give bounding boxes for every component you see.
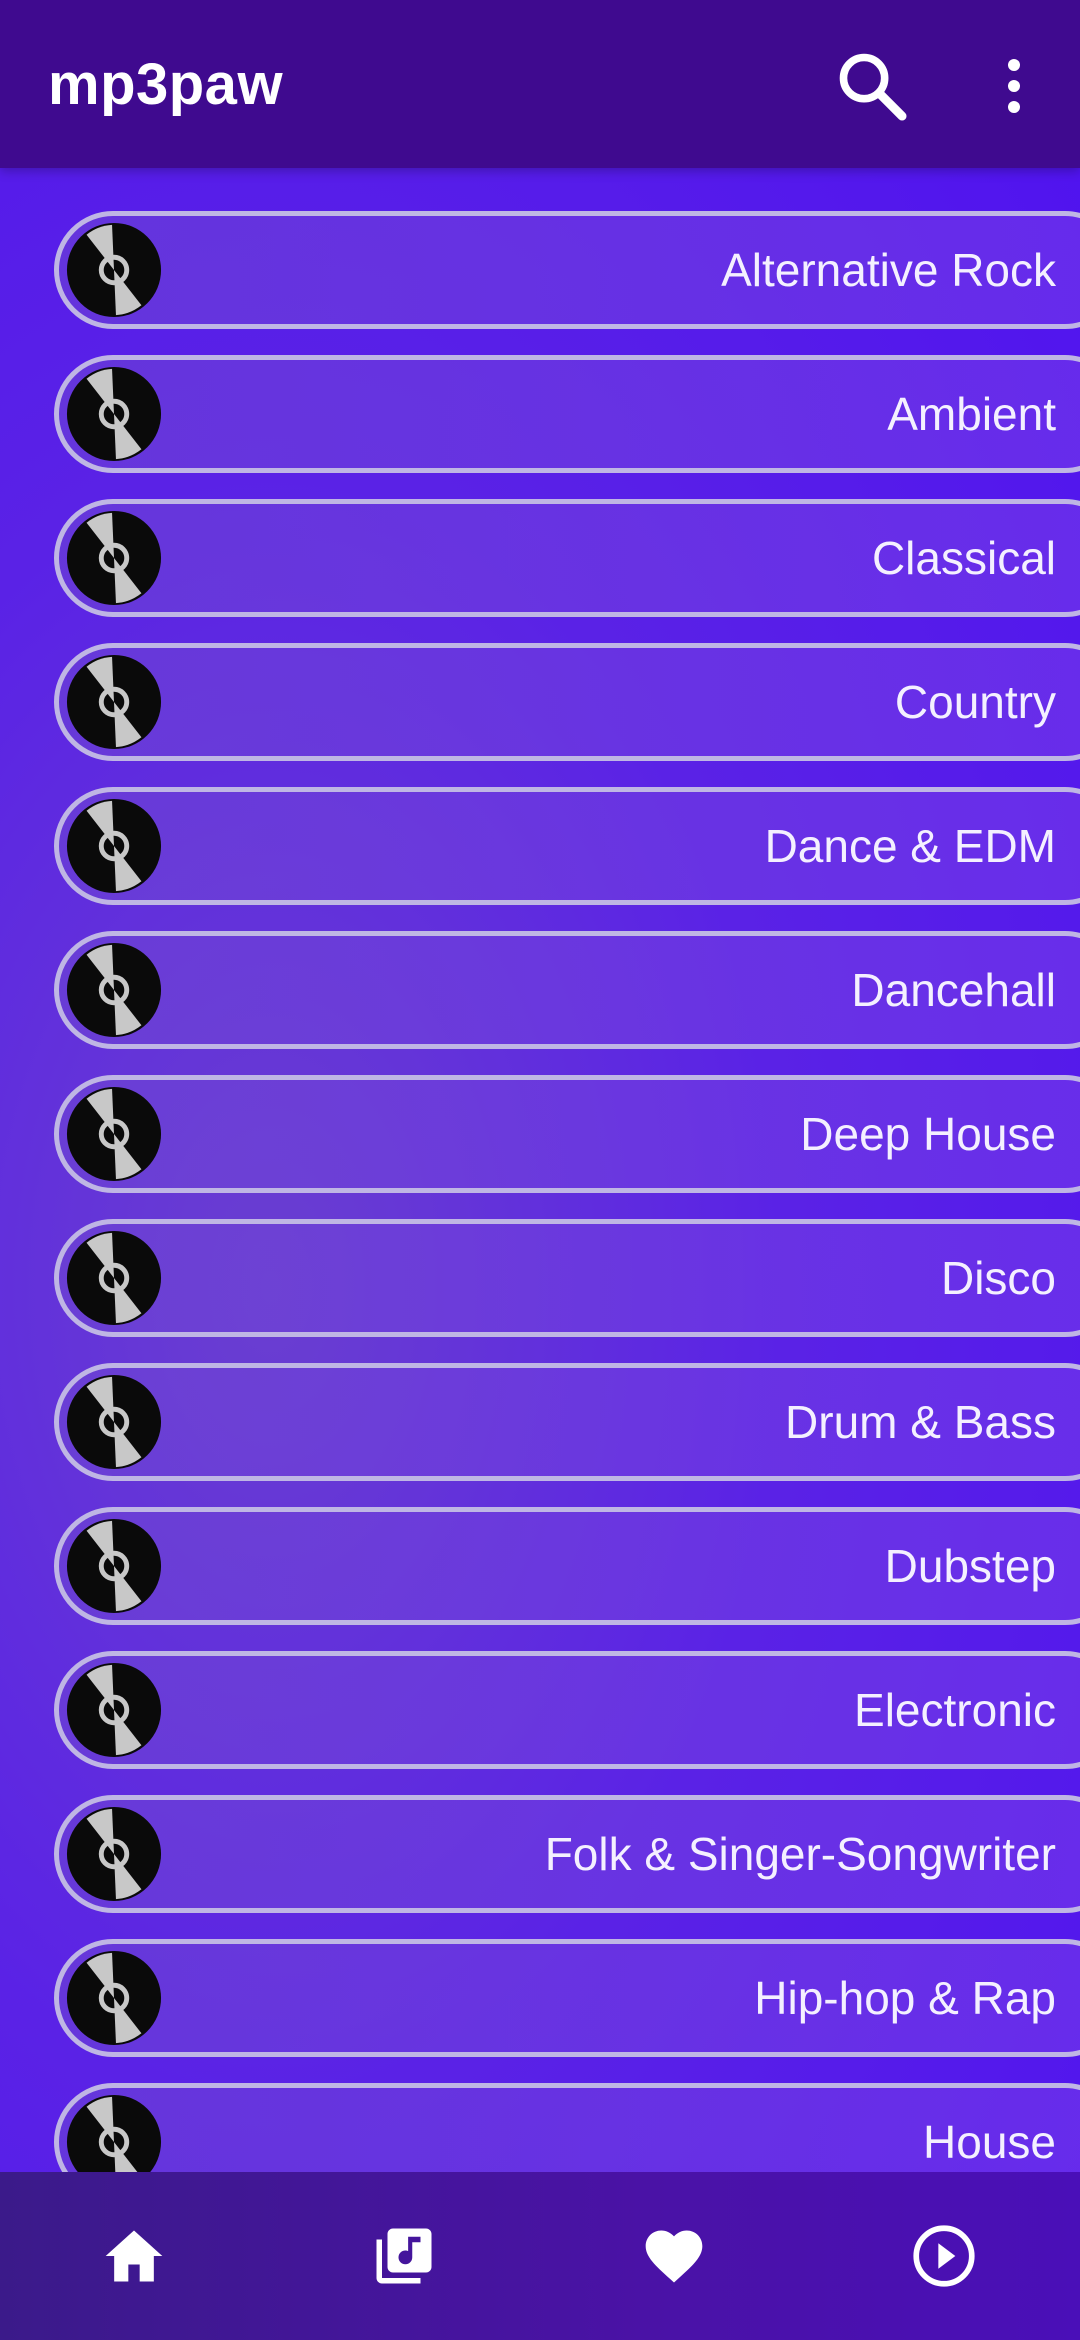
genre-label: Dancehall (851, 964, 1056, 1016)
search-button[interactable] (830, 44, 914, 128)
genre-label: Folk & Singer-Songwriter (544, 1828, 1056, 1880)
genre-item-hip-hop-rap[interactable]: Hip-hop & Rap (54, 1939, 1080, 2057)
genre-item-disco[interactable]: Disco (54, 1219, 1080, 1337)
app-title: mp3paw (48, 51, 284, 117)
genre-item-ambient[interactable]: Ambient (54, 355, 1080, 473)
app-bar: mp3paw (0, 0, 1080, 168)
genre-label: Dance & EDM (764, 820, 1056, 872)
genre-item-alternative-rock[interactable]: Alternative Rock (54, 211, 1080, 329)
home-icon (105, 2230, 163, 2282)
library-music-icon (376, 2228, 432, 2284)
genre-label: Drum & Bass (785, 1396, 1056, 1448)
genre-label: Electronic (854, 1684, 1056, 1736)
disc-icon (66, 1662, 162, 1758)
genre-item-drum-bass[interactable]: Drum & Bass (54, 1363, 1080, 1481)
search-icon (839, 53, 907, 121)
genre-item-deep-house[interactable]: Deep House (54, 1075, 1080, 1193)
genre-item-electronic[interactable]: Electronic (54, 1651, 1080, 1769)
genre-item-dubstep[interactable]: Dubstep (54, 1507, 1080, 1625)
disc-icon (66, 2094, 162, 2172)
disc-icon (66, 1806, 162, 1902)
more-vert-icon (1008, 59, 1020, 113)
genre-item-dancehall[interactable]: Dancehall (54, 931, 1080, 1049)
disc-icon (66, 798, 162, 894)
genre-label: Classical (871, 532, 1056, 584)
genre-item-classical[interactable]: Classical (54, 499, 1080, 617)
disc-icon (66, 1374, 162, 1470)
bottom-navigation (0, 2172, 1080, 2340)
disc-icon (66, 942, 162, 1038)
disc-icon (66, 510, 162, 606)
nav-favorites-button[interactable] (624, 2206, 724, 2306)
genre-label: Deep House (800, 1108, 1056, 1160)
genre-label: Disco (940, 1252, 1056, 1304)
disc-icon (66, 1230, 162, 1326)
nav-library-button[interactable] (354, 2206, 454, 2306)
genre-item-dance-edm[interactable]: Dance & EDM (54, 787, 1080, 905)
disc-icon (66, 1950, 162, 2046)
more-options-button[interactable] (990, 44, 1038, 128)
disc-icon (66, 1086, 162, 1182)
genre-item-house[interactable]: House (54, 2083, 1080, 2172)
play-circle-icon (913, 2225, 975, 2287)
disc-icon (66, 654, 162, 750)
genre-item-folk-singer-songwriter[interactable]: Folk & Singer-Songwriter (54, 1795, 1080, 1913)
genre-item-country[interactable]: Country (54, 643, 1080, 761)
disc-icon (66, 366, 162, 462)
disc-icon (66, 1518, 162, 1614)
nav-home-button[interactable] (84, 2206, 184, 2306)
favorite-icon (645, 2230, 703, 2283)
genre-label: House (923, 2116, 1056, 2168)
genre-label: Country (894, 676, 1056, 728)
genre-list[interactable]: Alternative Rock Ambient Classical Count… (0, 168, 1080, 2172)
genre-label: Hip-hop & Rap (754, 1972, 1056, 2024)
disc-icon (66, 222, 162, 318)
genre-label: Alternative Rock (721, 244, 1056, 296)
nav-player-button[interactable] (894, 2206, 994, 2306)
genre-label: Ambient (887, 388, 1056, 440)
genre-label: Dubstep (884, 1540, 1056, 1592)
